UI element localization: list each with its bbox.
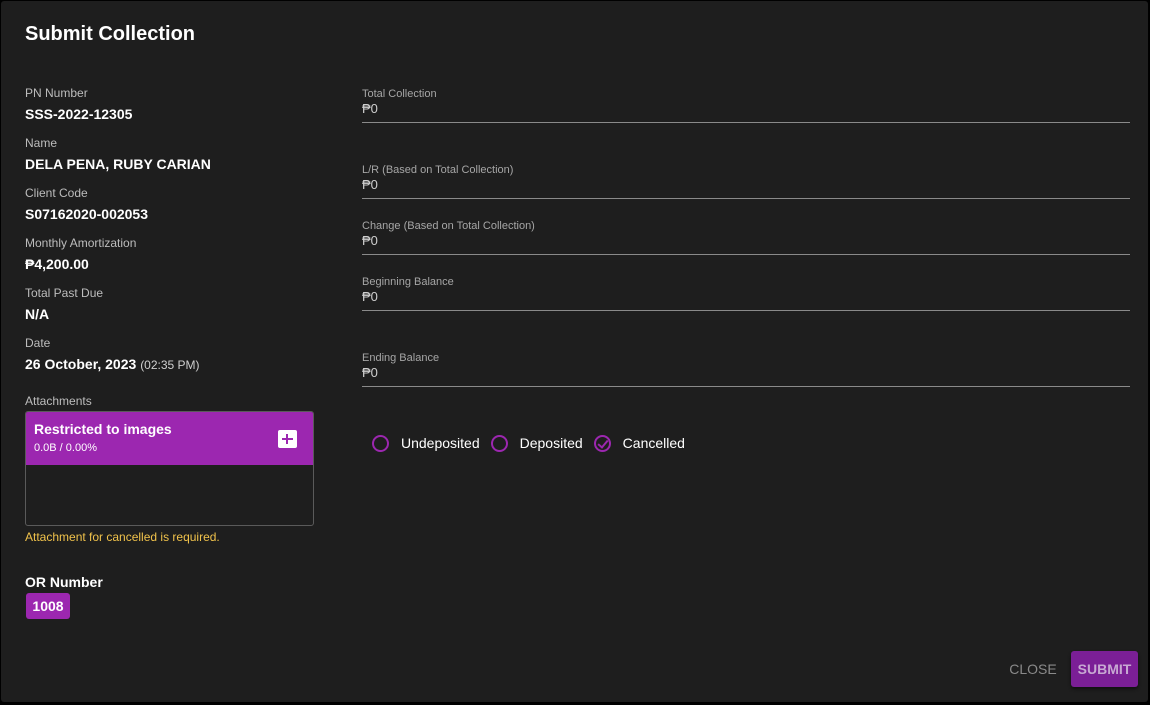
lr-field[interactable]: L/R (Based on Total Collection) ₱0	[362, 164, 1130, 199]
status-radio-cancelled[interactable]: Cancelled	[593, 434, 685, 452]
dialog-title: Submit Collection	[25, 23, 195, 45]
date-text: 26 October, 2023	[25, 356, 137, 372]
lr-value: ₱0	[362, 177, 378, 192]
attachment-dropzone[interactable]: Restricted to images 0.0B / 0.00%	[25, 411, 314, 526]
client-code-value: S07162020-002053	[25, 206, 149, 222]
total-collection-label: Total Collection	[362, 88, 437, 100]
radio-circle-icon	[372, 434, 389, 452]
change-field[interactable]: Change (Based on Total Collection) ₱0	[362, 220, 1130, 255]
ending-balance-value: ₱0	[362, 365, 378, 380]
name-value: DELA PENA, RUBY CARIAN	[25, 156, 211, 172]
time-text: (02:35 PM)	[140, 358, 200, 372]
radio-circle-icon	[490, 434, 508, 452]
or-number-label: OR Number	[25, 574, 103, 590]
check-circle-icon	[593, 434, 611, 452]
attachment-error-message: Attachment for cancelled is required.	[25, 530, 220, 544]
beginning-balance-label: Beginning Balance	[362, 276, 454, 288]
monthly-amortization-value: ₱4,200.00	[25, 256, 89, 272]
lr-label: L/R (Based on Total Collection)	[362, 164, 514, 176]
client-code-label: Client Code	[25, 186, 88, 200]
total-collection-field[interactable]: Total Collection ₱0	[362, 88, 1130, 123]
submit-button[interactable]: SUBMIT	[1071, 651, 1138, 687]
total-collection-value: ₱0	[362, 101, 378, 116]
or-number-chip: 1008	[26, 593, 70, 619]
close-button[interactable]: CLOSE	[1005, 652, 1061, 686]
submit-collection-dialog: Submit Collection PN Number SSS-2022-123…	[1, 1, 1148, 702]
change-value: ₱0	[362, 233, 378, 248]
attachment-title: Restricted to images	[34, 421, 172, 437]
beginning-balance-value: ₱0	[362, 289, 378, 304]
date-value: 26 October, 2023 (02:35 PM)	[25, 356, 200, 372]
status-radio-undeposited[interactable]: Undeposited	[372, 434, 480, 452]
radio-label-deposited: Deposited	[519, 435, 583, 451]
attachments-label: Attachments	[25, 394, 92, 408]
date-label: Date	[25, 336, 51, 350]
attachment-size: 0.0B / 0.00%	[34, 442, 97, 454]
attachment-header: Restricted to images 0.0B / 0.00%	[26, 412, 313, 465]
monthly-amortization-label: Monthly Amortization	[25, 236, 137, 250]
ending-balance-label: Ending Balance	[362, 352, 440, 364]
ending-balance-field[interactable]: Ending Balance ₱0	[362, 352, 1130, 387]
status-radio-deposited[interactable]: Deposited	[490, 434, 583, 452]
add-box-icon[interactable]	[278, 430, 297, 448]
radio-label-undeposited: Undeposited	[401, 435, 480, 451]
pn-number-label: PN Number	[25, 86, 88, 100]
pn-number-value: SSS-2022-12305	[25, 106, 133, 122]
beginning-balance-field[interactable]: Beginning Balance ₱0	[362, 276, 1130, 311]
total-past-due-label: Total Past Due	[25, 286, 104, 300]
name-label: Name	[25, 136, 58, 150]
status-radio-group: Undeposited Deposited Cancelled	[372, 433, 696, 453]
total-past-due-value: N/A	[25, 306, 50, 322]
change-label: Change (Based on Total Collection)	[362, 220, 535, 232]
radio-label-cancelled: Cancelled	[622, 435, 685, 451]
